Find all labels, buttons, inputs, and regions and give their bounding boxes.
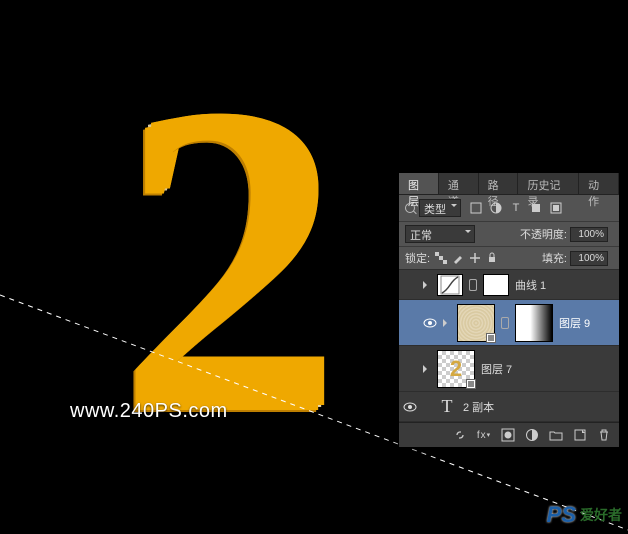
filter-adjust-icon[interactable] <box>489 201 503 215</box>
new-layer-icon[interactable] <box>573 428 587 442</box>
lock-all-icon[interactable] <box>486 252 498 264</box>
add-mask-icon[interactable] <box>501 428 515 442</box>
link-icon <box>501 310 509 336</box>
chevron-down-icon <box>451 204 457 210</box>
layer-name[interactable]: 图层 7 <box>481 361 512 377</box>
opacity-value[interactable]: 100% <box>570 227 608 242</box>
filter-toolbar: 类型 T <box>399 195 619 222</box>
panel-footer: fx▾ <box>399 422 619 447</box>
lock-paint-icon[interactable] <box>452 252 464 264</box>
artwork-number-two: 2 <box>40 20 420 500</box>
visibility-toggle[interactable] <box>403 362 417 376</box>
opacity-label: 不透明度: <box>520 226 567 242</box>
new-group-icon[interactable] <box>549 428 563 442</box>
filter-type-label: 类型 <box>424 204 446 216</box>
watermark-text: www.240PS.com <box>70 400 228 423</box>
filter-search: 类型 <box>405 199 461 217</box>
tab-channels[interactable]: 通道 <box>439 173 479 194</box>
lock-fill-row: 锁定: 填充: 100% <box>399 247 619 270</box>
layer-thumb[interactable] <box>457 304 495 342</box>
filter-shape-icon[interactable] <box>529 201 543 215</box>
link-icon <box>469 272 477 298</box>
expand-arrow-icon[interactable] <box>443 319 451 327</box>
tab-paths[interactable]: 路径 <box>479 173 519 194</box>
tab-history[interactable]: 历史记录 <box>518 173 579 194</box>
expand-arrow-icon[interactable] <box>423 365 431 373</box>
smart-object-badge-icon <box>466 379 476 389</box>
tab-layers[interactable]: 图层 <box>399 173 439 194</box>
layer-fx-icon[interactable]: fx▾ <box>477 428 491 442</box>
blend-mode-select[interactable]: 正常 <box>405 225 475 243</box>
fill-value[interactable]: 100% <box>570 251 608 266</box>
footer-ps-logo: PS <box>547 502 576 528</box>
filter-pixel-icon[interactable] <box>469 201 483 215</box>
visibility-toggle[interactable] <box>423 316 437 330</box>
search-icon <box>405 203 415 213</box>
filter-type-icon[interactable]: T <box>509 201 523 215</box>
chevron-down-icon <box>465 230 471 236</box>
layers-panel: 图层 通道 路径 历史记录 动作 类型 T 正常 不透明度: 100% <box>398 172 620 448</box>
layer-row-text2copy[interactable]: T 2 副本 <box>399 392 619 422</box>
tab-actions[interactable]: 动作 <box>579 173 619 194</box>
smart-object-badge-icon <box>486 333 496 343</box>
panel-tabs: 图层 通道 路径 历史记录 动作 <box>399 173 619 195</box>
blend-opacity-row: 正常 不透明度: 100% <box>399 222 619 247</box>
new-adjustment-icon[interactable] <box>525 428 539 442</box>
layer-row-layer7[interactable]: 图层 7 <box>399 346 619 392</box>
layer-name[interactable]: 图层 9 <box>559 315 590 331</box>
footer-cn-text: 爱好者 <box>580 505 622 525</box>
footer-watermark: PS 爱好者 <box>547 502 622 528</box>
mask-thumb[interactable] <box>483 274 509 296</box>
adjustment-thumb-icon[interactable] <box>437 274 463 296</box>
expand-arrow-icon[interactable] <box>423 281 431 289</box>
layer-row-layer9[interactable]: 图层 9 <box>399 300 619 346</box>
lock-icons-group <box>435 252 498 264</box>
layer-thumb[interactable] <box>437 350 475 388</box>
lock-move-icon[interactable] <box>469 252 481 264</box>
filter-smart-icon[interactable] <box>549 201 563 215</box>
link-layers-icon[interactable] <box>453 428 467 442</box>
lock-label: 锁定: <box>405 250 430 266</box>
delete-layer-icon[interactable] <box>597 428 611 442</box>
fill-label: 填充: <box>542 250 567 266</box>
lock-transparent-icon[interactable] <box>435 252 447 264</box>
layers-list: 曲线 1 图层 9 图层 7 T 2 副本 <box>399 270 619 422</box>
layer-name[interactable]: 曲线 1 <box>515 277 546 293</box>
filter-kind-icons: T <box>469 201 563 215</box>
visibility-toggle[interactable] <box>403 278 417 292</box>
visibility-toggle[interactable] <box>403 400 417 414</box>
mask-thumb[interactable] <box>515 304 553 342</box>
blend-mode-value: 正常 <box>410 230 432 242</box>
layer-name[interactable]: 2 副本 <box>463 399 494 415</box>
text-layer-icon: T <box>437 396 457 417</box>
layer-row-curves[interactable]: 曲线 1 <box>399 270 619 300</box>
filter-type-select[interactable]: 类型 <box>419 199 461 217</box>
